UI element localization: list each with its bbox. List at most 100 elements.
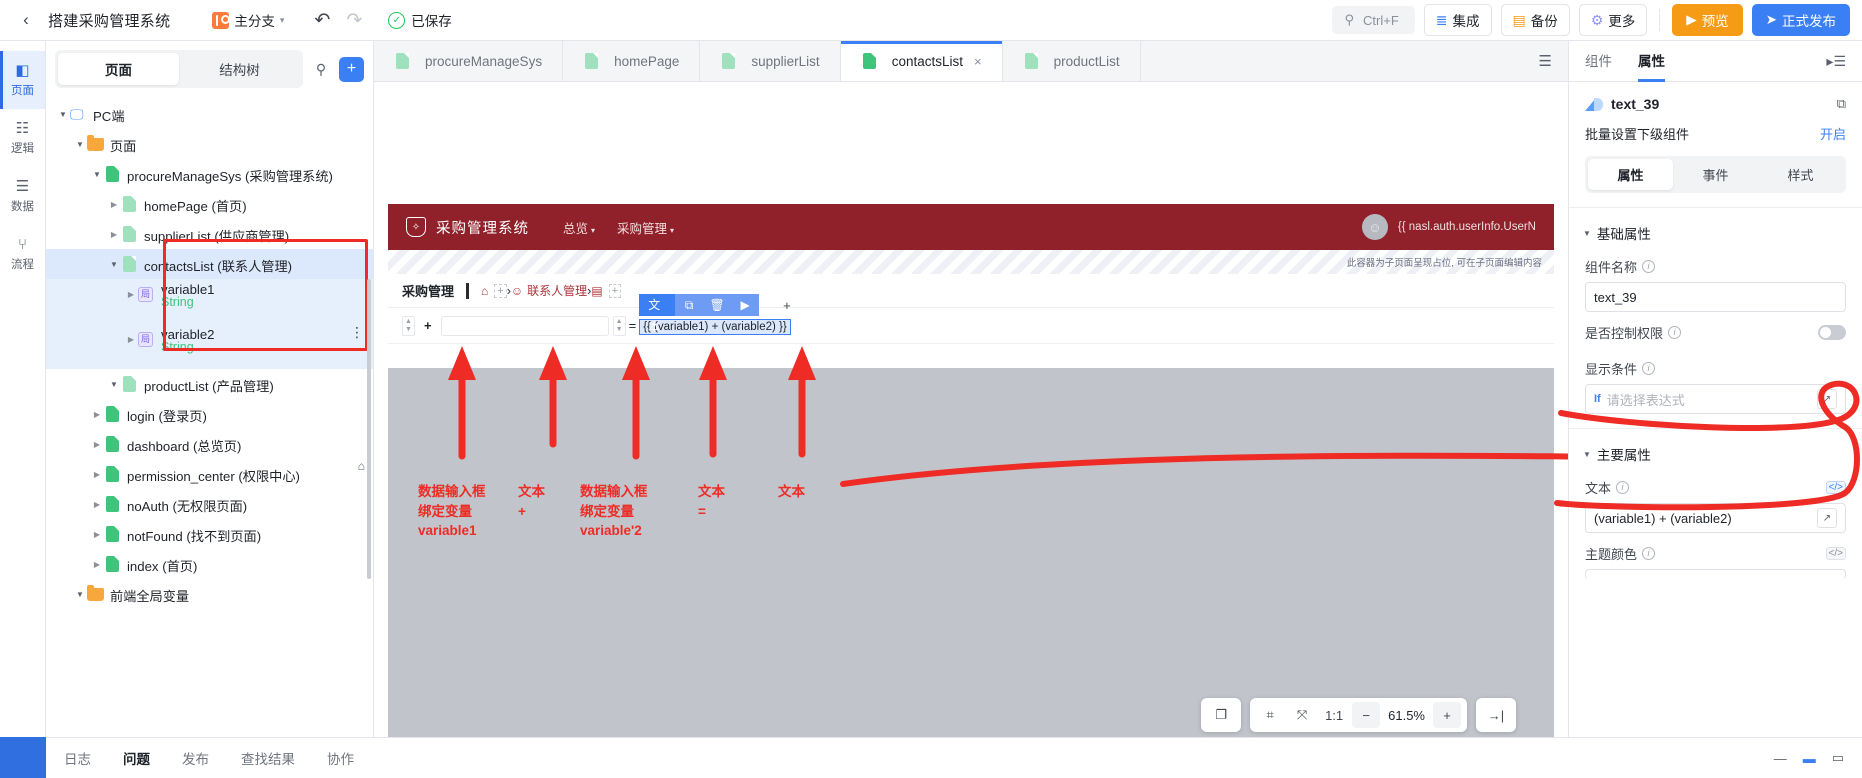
tree-item[interactable]: ▶ supplierList (供应商管理)	[46, 219, 373, 249]
redo-icon[interactable]: ↷	[346, 11, 362, 30]
zoom-in-button[interactable]: +	[1433, 702, 1461, 728]
maximize-icon[interactable]: ▭	[1832, 750, 1844, 766]
tree-item[interactable]: ▶ notFound (找不到页面)	[46, 519, 373, 549]
chevron-right-icon[interactable]: ▶	[107, 230, 121, 239]
back-button[interactable]: ‹	[12, 6, 40, 34]
delete-icon[interactable]: 🗑	[703, 298, 731, 312]
chevron-right-icon[interactable]: ▶	[90, 560, 104, 569]
tree-item[interactable]: ▶ index (首页)	[46, 549, 373, 579]
tree-item[interactable]: ▼ productList (产品管理)	[46, 369, 373, 399]
chevron-down-icon[interactable]: ▼	[73, 590, 87, 599]
chevron-right-icon[interactable]: ▶	[107, 200, 121, 209]
section-header-basic[interactable]: ▼ 基础属性	[1569, 207, 1862, 246]
row-menu-icon[interactable]: ⋮	[350, 324, 365, 341]
chevron-right-icon[interactable]: ▶	[90, 530, 104, 539]
subtab-events[interactable]: 事件	[1673, 159, 1758, 190]
collapse-panel-icon[interactable]: →|	[1482, 702, 1510, 728]
search-button[interactable]: ⚲ Ctrl+F	[1332, 6, 1415, 34]
expression-code-icon[interactable]: </>	[1825, 481, 1846, 494]
more-icon[interactable]: ▶	[731, 298, 759, 312]
tab-list-icon[interactable]: ☰	[1523, 41, 1568, 81]
chevron-right-icon[interactable]: ▶	[124, 335, 138, 344]
page-layers-icon[interactable]: ❐	[1207, 702, 1235, 728]
nav-item-overview[interactable]: 总览 ▾	[563, 218, 595, 237]
rail-item-data[interactable]: ☰ 数据	[0, 167, 45, 225]
tree-scrollbar[interactable]	[367, 279, 371, 579]
fit-screen-icon[interactable]: ⤧	[1288, 702, 1316, 728]
plus-text-component[interactable]: +	[424, 318, 432, 333]
publish-button[interactable]: ➤ 正式发布	[1751, 4, 1850, 36]
expand-editor-icon[interactable]: ↗	[1817, 508, 1837, 528]
theme-color-input[interactable]	[1585, 569, 1846, 579]
copy-icon[interactable]: ⧉	[1837, 96, 1846, 112]
tree-item[interactable]: ▼ contactsList (联系人管理)	[46, 249, 373, 279]
preview-button[interactable]: ▶ 预览	[1672, 4, 1743, 36]
zoom-ratio-reset[interactable]: 1:1	[1320, 702, 1348, 728]
text-value-input[interactable]: (variable1) + (variable2) ↗	[1585, 503, 1846, 533]
batch-setting-enable-link[interactable]: 开启	[1820, 124, 1846, 143]
integration-button[interactable]: ≣ 集成	[1423, 4, 1492, 36]
chevron-right-icon[interactable]: ▶	[90, 440, 104, 449]
display-condition-input[interactable]: If 请选择表达式 ↗	[1585, 384, 1846, 414]
tab-structure-tree[interactable]: 结构树	[179, 53, 300, 85]
bottom-tab-logs[interactable]: 日志	[64, 748, 91, 768]
add-page-button[interactable]: +	[339, 56, 364, 82]
restore-icon[interactable]: ▬	[1803, 751, 1816, 766]
section-header-main[interactable]: ▼ 主要属性	[1569, 428, 1862, 467]
tab-pages[interactable]: 页面	[58, 53, 179, 85]
chevron-right-icon[interactable]: ▶	[90, 500, 104, 509]
info-icon[interactable]: i	[1642, 547, 1656, 560]
breadcrumb-home[interactable]: ⌂ +	[481, 283, 507, 298]
chevron-right-icon[interactable]: ▶	[90, 410, 104, 419]
file-tab[interactable]: contactsList ×	[840, 41, 1003, 81]
chevron-down-icon[interactable]: ▼	[107, 380, 121, 389]
bottom-tab-issues[interactable]: 问题	[123, 748, 150, 768]
number-stepper[interactable]: ▲ ▼	[612, 315, 626, 336]
nav-item-procurement[interactable]: 采购管理 ▾	[617, 218, 674, 237]
tree-item[interactable]: ▶ homePage (首页)	[46, 189, 373, 219]
component-name-input[interactable]: text_39	[1585, 282, 1846, 312]
file-tab[interactable]: productList	[1003, 41, 1141, 81]
chevron-down-icon[interactable]: ▼	[73, 140, 87, 149]
subtab-properties[interactable]: 属性	[1588, 159, 1673, 190]
duplicate-icon[interactable]: ⧉	[675, 298, 703, 313]
data-input-variable2[interactable]	[440, 315, 609, 336]
bottom-tab-search-results[interactable]: 查找结果	[241, 748, 295, 768]
tree-item[interactable]: ▶ noAuth (无权限页面)	[46, 489, 373, 519]
rail-item-pages[interactable]: ◧ 页面	[0, 51, 45, 109]
info-icon[interactable]: i	[1642, 260, 1656, 273]
tree-item[interactable]: ▼ 页面	[46, 129, 373, 159]
breadcrumb-add-icon[interactable]: +	[494, 283, 507, 298]
tree-item[interactable]: ▼ procureManageSys (采购管理系统)	[46, 159, 373, 189]
file-tab[interactable]: procureManageSys	[374, 41, 564, 81]
canvas[interactable]: ✧ 采购管理系统 总览 ▾ 采购管理 ▾ ☺ {{ nasl.auth.userIn…	[374, 82, 1568, 778]
file-tab[interactable]: supplierList	[700, 41, 841, 81]
undo-icon[interactable]: ↶	[314, 11, 330, 30]
breadcrumb-add-icon[interactable]: +	[608, 283, 622, 298]
add-component-icon[interactable]: +	[783, 298, 791, 313]
tab-components[interactable]: 组件	[1585, 41, 1612, 82]
tree-item[interactable]: ▶ dashboard (总览页)	[46, 429, 373, 459]
tree-item[interactable]: ▶ permission_center (权限中心) ⌂	[46, 459, 373, 489]
subtab-styles[interactable]: 样式	[1758, 159, 1843, 190]
more-button[interactable]: ⚙ 更多	[1578, 4, 1648, 36]
chevron-right-icon[interactable]: ▶	[90, 470, 104, 479]
info-icon[interactable]: i	[1668, 326, 1682, 339]
tab-properties[interactable]: 属性	[1638, 41, 1665, 82]
search-icon[interactable]: ⚲	[309, 57, 333, 81]
info-icon[interactable]: i	[1642, 362, 1656, 375]
minimize-icon[interactable]: —	[1774, 751, 1787, 766]
chevron-down-icon[interactable]: ▼	[56, 110, 70, 119]
tree-item[interactable]: ▶ 局 variable2 String ⋮	[46, 324, 373, 369]
backup-button[interactable]: ▤ 备份	[1500, 4, 1570, 36]
select-tool-icon[interactable]: ⌗	[1256, 702, 1284, 728]
bottom-tab-publish[interactable]: 发布	[182, 748, 209, 768]
expand-editor-icon[interactable]: ↗	[1817, 389, 1837, 409]
tree-item[interactable]: ▶ 局 variable1 String	[46, 279, 373, 324]
chevron-down-icon[interactable]: ▼	[90, 170, 104, 179]
permission-toggle[interactable]	[1818, 325, 1846, 340]
file-tab[interactable]: homePage	[563, 41, 701, 81]
chevron-right-icon[interactable]: ▶	[124, 290, 138, 299]
tree-item[interactable]: ▼ 🖵 PC端	[46, 99, 373, 129]
rail-item-logic[interactable]: ☷ 逻辑	[0, 109, 45, 167]
